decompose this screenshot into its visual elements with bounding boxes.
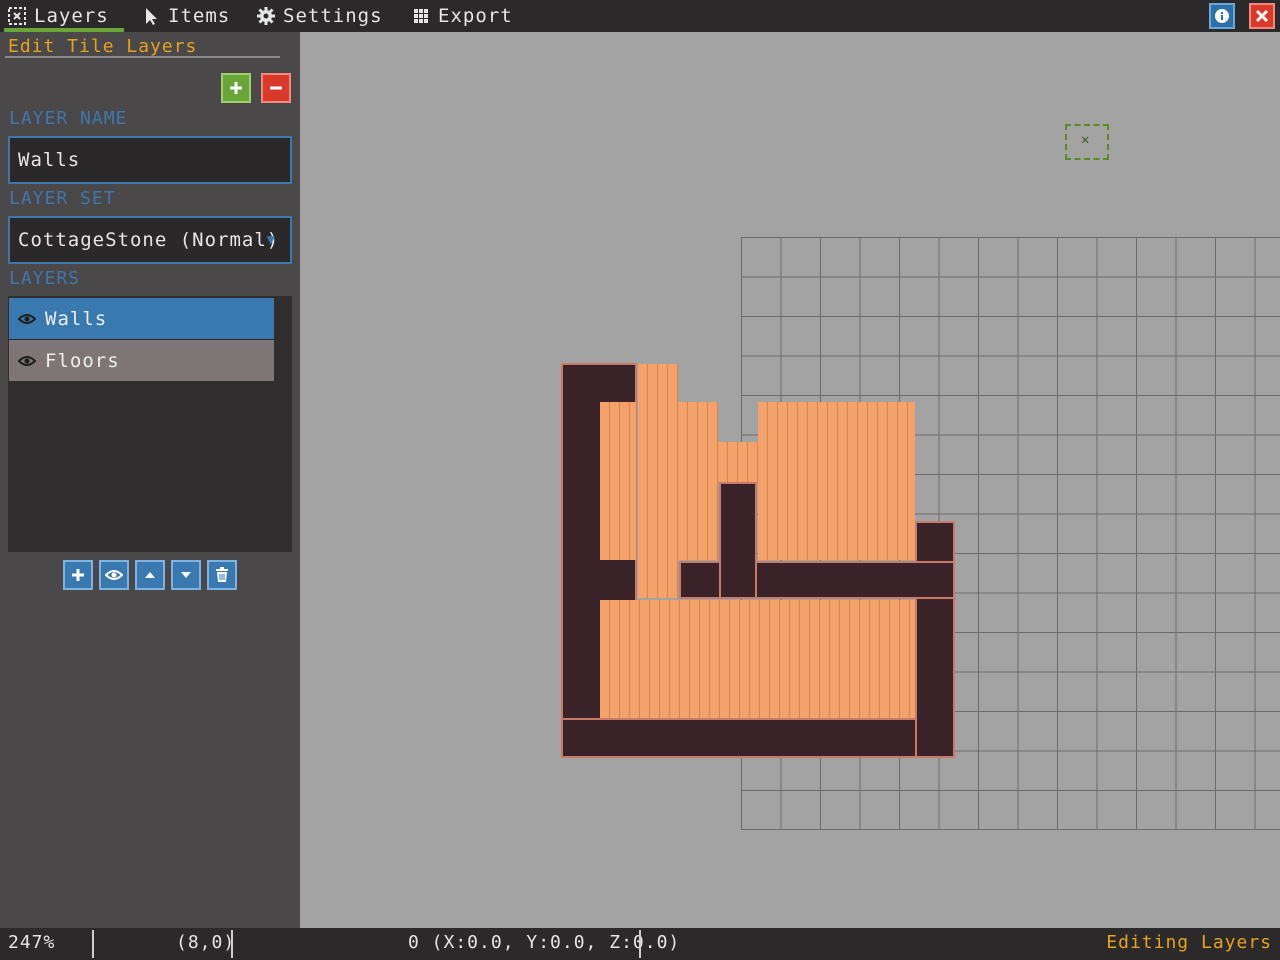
layers-label: LAYERS bbox=[9, 268, 81, 289]
tile-coordinate: (8,0) bbox=[176, 932, 236, 953]
layer-set-select[interactable]: CottageStone (Normal) ▼ bbox=[8, 216, 292, 264]
wall-tiles bbox=[561, 718, 954, 758]
divider bbox=[231, 930, 233, 958]
delete-layer-button[interactable] bbox=[207, 560, 237, 590]
status-bar: 247% (8,0) 0 (X:0.0, Y:0.0, Z:0.0) Editi… bbox=[0, 928, 1280, 960]
layer-row-walls[interactable]: Walls bbox=[9, 298, 274, 339]
layer-row-label: Walls bbox=[45, 307, 108, 330]
info-button[interactable] bbox=[1209, 3, 1235, 29]
add-layer-button[interactable] bbox=[221, 73, 251, 103]
wall-tiles bbox=[719, 482, 757, 599]
toggle-visibility-button[interactable] bbox=[99, 560, 129, 590]
chevron-down-icon bbox=[181, 572, 191, 578]
layer-row-label: Floors bbox=[45, 349, 120, 372]
menu-export-tab[interactable]: Export bbox=[410, 0, 513, 32]
menu-layers-label: Layers bbox=[34, 5, 109, 27]
move-layer-up-button[interactable] bbox=[135, 560, 165, 590]
list-scrollbar[interactable] bbox=[276, 296, 292, 552]
menu-settings-label: Settings bbox=[283, 5, 383, 27]
grid-icon bbox=[410, 5, 432, 27]
layer-set-label: LAYER SET bbox=[9, 188, 116, 209]
floor-tiles bbox=[758, 402, 915, 560]
mode-label: Editing Layers bbox=[1106, 932, 1272, 953]
gear-icon bbox=[255, 5, 277, 27]
menu-items-label: Items bbox=[168, 5, 231, 27]
layers-list: Walls Floors bbox=[8, 296, 292, 552]
info-icon bbox=[1215, 9, 1229, 23]
layer-name-label: LAYER NAME bbox=[9, 108, 128, 129]
menu-bar: Layers Items Settings Export bbox=[0, 0, 1280, 32]
move-layer-down-button[interactable] bbox=[171, 560, 201, 590]
divider bbox=[639, 930, 641, 958]
floor-tiles bbox=[638, 364, 678, 598]
plus-icon bbox=[72, 569, 84, 581]
close-icon bbox=[1255, 9, 1269, 23]
minus-icon bbox=[270, 86, 282, 90]
layer-name-input[interactable]: Walls bbox=[8, 136, 292, 184]
cursor-icon bbox=[140, 5, 162, 27]
floor-tiles bbox=[678, 402, 718, 560]
panel-title: Edit Tile Layers bbox=[8, 36, 198, 57]
layer-set-value: CottageStone (Normal) bbox=[18, 229, 280, 251]
layers-icon bbox=[6, 5, 28, 27]
crosshair-icon: ✕ bbox=[1081, 132, 1090, 148]
map-canvas[interactable]: ✕ bbox=[300, 32, 1280, 928]
divider bbox=[92, 930, 94, 958]
menu-settings-tab[interactable]: Settings bbox=[255, 0, 383, 32]
menu-items-tab[interactable]: Items bbox=[140, 0, 230, 32]
close-button[interactable] bbox=[1249, 3, 1275, 29]
add-layer-small-button[interactable] bbox=[63, 560, 93, 590]
divider bbox=[5, 56, 280, 58]
trash-icon bbox=[216, 567, 228, 582]
floor-tiles bbox=[600, 600, 915, 718]
chevron-down-icon: ▼ bbox=[266, 232, 276, 248]
chevron-up-icon bbox=[145, 572, 155, 578]
layers-sidebar: Edit Tile Layers LAYER NAME Walls LAYER … bbox=[0, 32, 300, 928]
zoom-level: 247% bbox=[8, 932, 56, 953]
floor-tiles bbox=[718, 442, 758, 482]
layer-name-value: Walls bbox=[18, 149, 81, 171]
eye-icon bbox=[105, 570, 123, 580]
menu-export-label: Export bbox=[438, 5, 513, 27]
remove-layer-button[interactable] bbox=[261, 73, 291, 103]
tile-cursor: ✕ bbox=[1065, 124, 1109, 160]
wall-tiles bbox=[915, 521, 955, 758]
eye-icon[interactable] bbox=[9, 355, 45, 367]
layer-row-floors[interactable]: Floors bbox=[9, 340, 274, 381]
plus-icon bbox=[230, 82, 242, 94]
eye-icon[interactable] bbox=[9, 313, 45, 325]
floor-tiles bbox=[600, 402, 636, 560]
